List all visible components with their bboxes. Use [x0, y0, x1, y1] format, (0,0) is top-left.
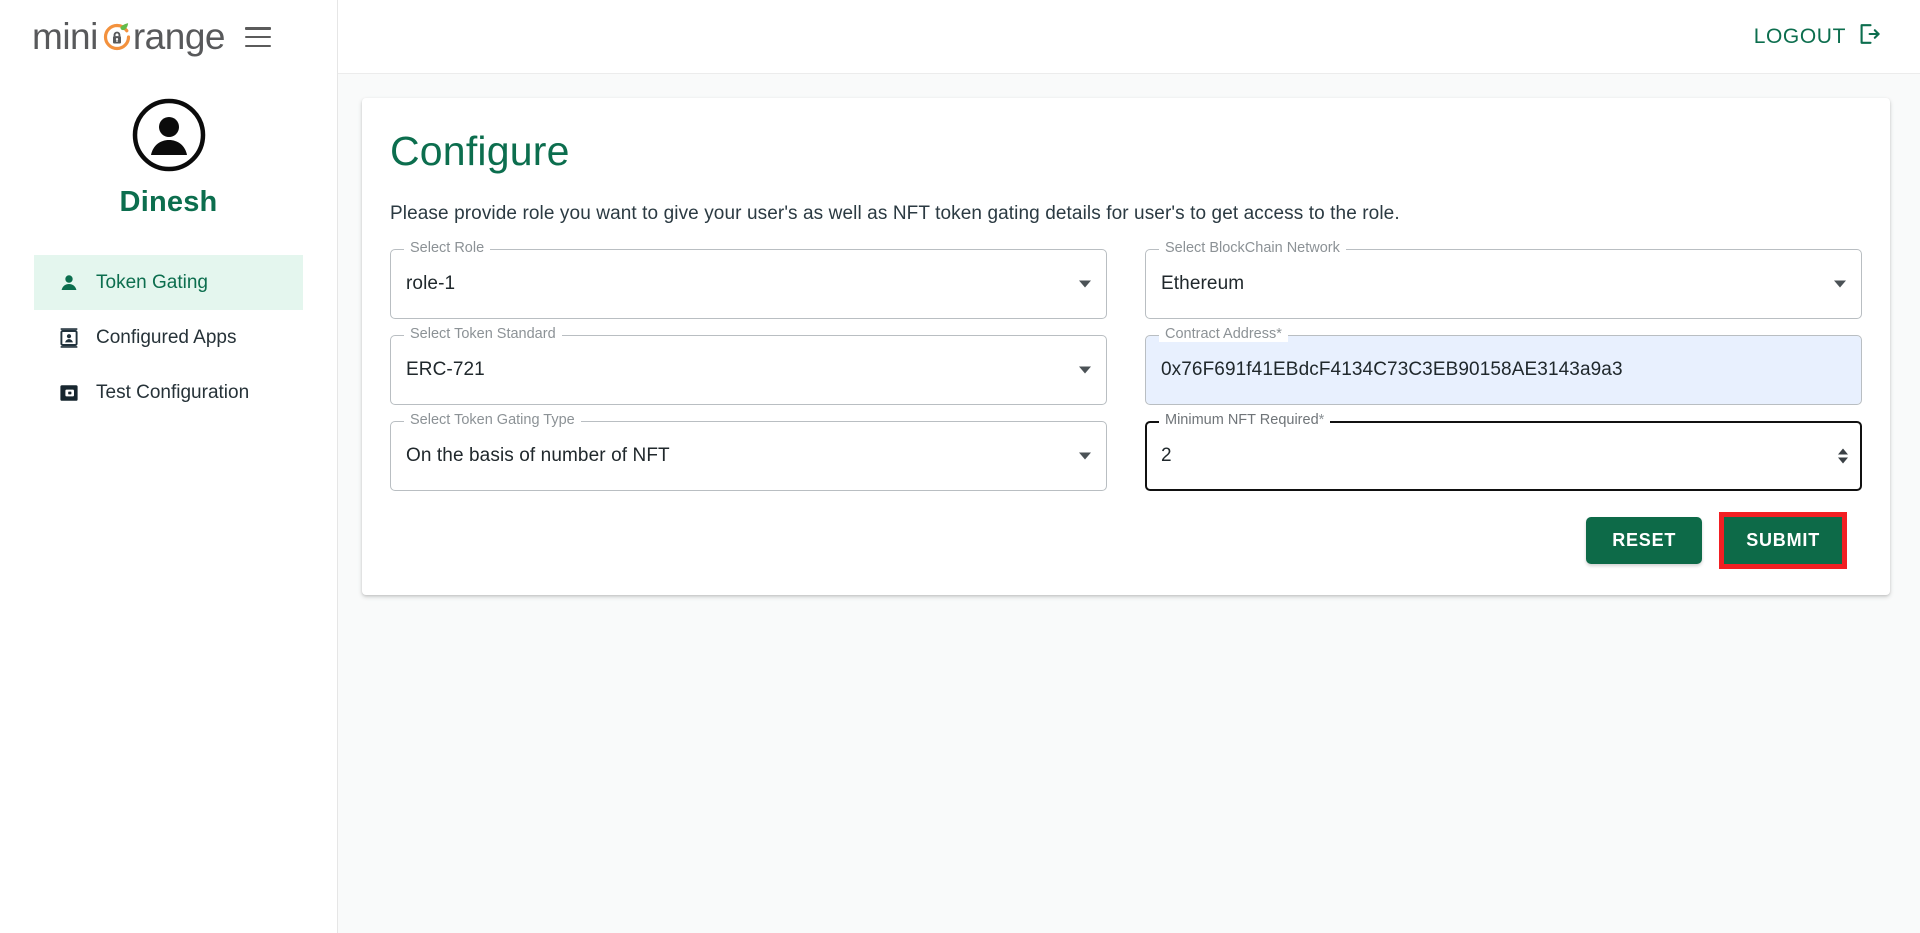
stepper-up-icon[interactable]	[1838, 448, 1848, 455]
contract-address-value: 0x76F691f41EBdcF4134C73C3EB90158AE3143a9…	[1161, 359, 1623, 380]
field-outline	[390, 249, 1107, 319]
logo-text-range: range	[132, 16, 226, 57]
select-token-standard-field[interactable]: Select Token Standard ERC-721	[390, 327, 1107, 405]
sidebar-item-test-configuration[interactable]: Test Configuration	[34, 365, 303, 420]
select-token-standard-label: Select Token Standard	[404, 327, 562, 342]
miniorange-logo[interactable]: mini range	[32, 16, 225, 58]
sidebar-item-label: Test Configuration	[96, 382, 250, 403]
contract-address-label: Contract Address*	[1159, 327, 1288, 342]
contract-address-field[interactable]: Contract Address* 0x76F691f41EBdcF4134C7…	[1145, 327, 1862, 405]
profile-name: Dinesh	[119, 186, 218, 218]
orange-lock-icon	[99, 19, 135, 55]
configure-form: Select Role role-1 Select BlockChain Net…	[390, 241, 1862, 491]
select-token-standard-value: ERC-721	[406, 359, 485, 380]
chevron-down-icon[interactable]	[1079, 452, 1091, 460]
hamburger-menu-icon[interactable]	[244, 27, 271, 47]
logo-row: mini range	[0, 0, 337, 74]
sidebar-item-label: Token Gating	[96, 272, 208, 293]
number-stepper[interactable]	[1838, 448, 1848, 464]
minimum-nft-required-field[interactable]: Minimum NFT Required* 2	[1145, 413, 1862, 491]
id-badge-icon	[56, 325, 82, 351]
person-icon	[56, 270, 82, 296]
field-outline	[1145, 249, 1862, 319]
logout-label: LOGOUT	[1753, 24, 1846, 48]
reset-button[interactable]: RESET	[1586, 517, 1703, 564]
app-root: mini range Dinesh Token Gating Configure…	[0, 0, 1920, 933]
minimum-nft-required-label: Minimum NFT Required*	[1159, 413, 1331, 428]
select-blockchain-network-field[interactable]: Select BlockChain Network Ethereum	[1145, 241, 1862, 319]
configure-card: Configure Please provide role you want t…	[362, 98, 1890, 595]
logo-text-mini: mini	[32, 16, 98, 57]
stepper-down-icon[interactable]	[1838, 457, 1848, 464]
select-blockchain-network-value: Ethereum	[1161, 273, 1245, 294]
select-token-gating-type-label: Select Token Gating Type	[404, 413, 581, 428]
profile-block: Dinesh	[0, 98, 337, 219]
content-area: LOGOUT Configure Please provide role you…	[338, 0, 1920, 933]
chevron-down-icon[interactable]	[1079, 366, 1091, 374]
select-token-gating-type-field[interactable]: Select Token Gating Type On the basis of…	[390, 413, 1107, 491]
select-role-value: role-1	[406, 273, 456, 294]
app-window-icon	[56, 380, 82, 406]
user-avatar-icon	[132, 98, 206, 172]
sidebar-nav: Token Gating Configured Apps Test Config…	[0, 255, 337, 420]
logout-button[interactable]: LOGOUT	[1754, 21, 1882, 53]
sidebar-item-configured-apps[interactable]: Configured Apps	[34, 310, 303, 365]
select-token-gating-type-value: On the basis of number of NFT	[406, 445, 670, 466]
chevron-down-icon[interactable]	[1079, 280, 1091, 288]
page-title: Configure	[390, 128, 570, 174]
select-role-label: Select Role	[404, 241, 491, 256]
field-outline	[1145, 421, 1862, 491]
minimum-nft-required-value: 2	[1161, 445, 1172, 466]
sidebar-item-label: Configured Apps	[96, 327, 237, 348]
sidebar-item-token-gating[interactable]: Token Gating	[34, 255, 303, 310]
field-outline	[390, 335, 1107, 405]
logout-arrow-icon	[1856, 21, 1882, 53]
form-actions: RESET SUBMIT	[390, 512, 1862, 569]
top-bar: LOGOUT	[338, 0, 1920, 74]
sidebar: mini range Dinesh Token Gating Configure…	[0, 0, 338, 933]
select-blockchain-network-label: Select BlockChain Network	[1159, 241, 1346, 256]
page-description: Please provide role you want to give you…	[390, 203, 1400, 224]
chevron-down-icon[interactable]	[1834, 280, 1846, 288]
select-role-field[interactable]: Select Role role-1	[390, 241, 1107, 319]
submit-button[interactable]: SUBMIT	[1719, 512, 1847, 569]
